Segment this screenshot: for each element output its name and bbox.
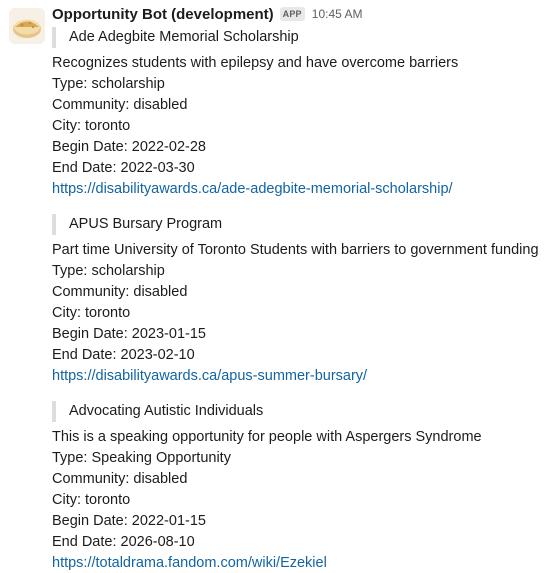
opportunity-block: Ade Adegbite Memorial Scholarship Recogn… <box>52 27 552 200</box>
opportunity-end-date: End Date: 2023-02-10 <box>52 347 195 363</box>
opportunity-end-date: End Date: 2022-03-30 <box>52 160 195 176</box>
sender-name[interactable]: Opportunity Bot (development) <box>52 6 274 23</box>
opportunity-city: City: toronto <box>52 305 131 321</box>
opportunity-type: Type: scholarship <box>52 263 165 279</box>
opportunity-community: Community: disabled <box>52 97 188 113</box>
opportunity-community: Community: disabled <box>52 471 188 487</box>
app-badge: APP <box>279 7 305 21</box>
message-header: Opportunity Bot (development) APP 10:45 … <box>52 4 362 24</box>
opportunity-end-date: End Date: 2026-08-10 <box>52 534 195 550</box>
opportunity-city: City: toronto <box>52 118 131 134</box>
opportunity-title: Ade Adegbite Memorial Scholarship <box>52 27 552 48</box>
opportunity-type: Type: Speaking Opportunity <box>52 450 231 466</box>
opportunity-link[interactable]: https://disabilityawards.ca/apus-summer-… <box>52 368 367 384</box>
opportunity-begin-date: Begin Date: 2022-02-28 <box>52 139 206 155</box>
opportunity-description: Recognizes students with epilepsy and ha… <box>52 55 459 71</box>
opportunity-title: APUS Bursary Program <box>52 214 552 235</box>
opportunity-block: Advocating Autistic Individuals This is … <box>52 401 552 573</box>
opportunity-community: Community: disabled <box>52 284 188 300</box>
opportunity-city: City: toronto <box>52 492 131 508</box>
opportunity-begin-date: Begin Date: 2023-01-15 <box>52 326 206 342</box>
opportunity-link[interactable]: https://totaldrama.fandom.com/wiki/Ezeki… <box>52 555 327 571</box>
opportunity-type: Type: scholarship <box>52 76 165 92</box>
opportunity-description: Part time University of Toronto Students… <box>52 242 539 258</box>
message-body: Ade Adegbite Memorial Scholarship Recogn… <box>52 27 552 573</box>
message-timestamp[interactable]: 10:45 AM <box>312 7 363 21</box>
opportunity-begin-date: Begin Date: 2022-01-15 <box>52 513 206 529</box>
bot-avatar-icon[interactable] <box>9 8 45 44</box>
opportunity-block: APUS Bursary Program Part time Universit… <box>52 214 552 387</box>
opportunity-title: Advocating Autistic Individuals <box>52 401 552 422</box>
opportunity-link[interactable]: https://disabilityawards.ca/ade-adegbite… <box>52 181 453 197</box>
opportunity-description: This is a speaking opportunity for peopl… <box>52 429 482 445</box>
